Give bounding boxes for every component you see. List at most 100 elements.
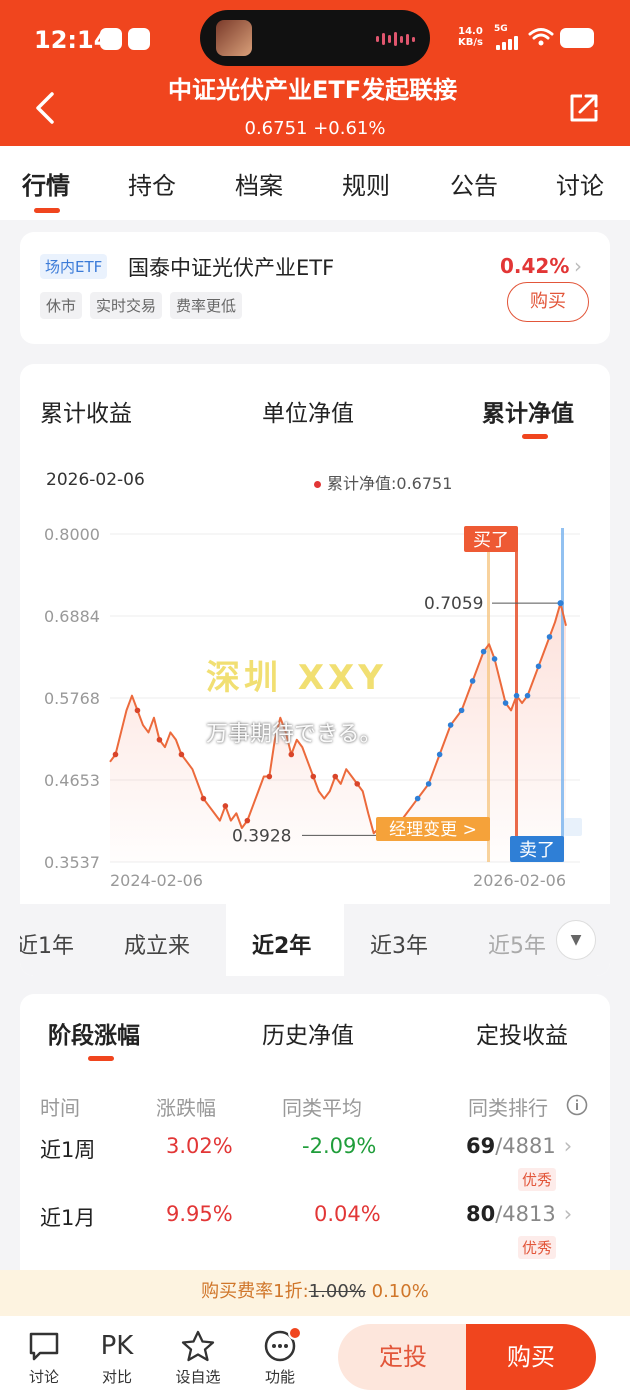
data-point [447, 722, 454, 728]
tab-announcements[interactable]: 公告 [450, 166, 498, 201]
col-avg: 同类平均 [282, 1096, 362, 1120]
row-rank[interactable]: 80/4813 › [466, 1202, 572, 1226]
tab-discussion[interactable]: 讨论 [556, 166, 604, 201]
rank-number: 80 [466, 1202, 496, 1226]
y-tick-label: 0.4653 [44, 771, 100, 790]
main-tabs: 行情 持仓 档案 规则 公告 讨论 [0, 146, 630, 220]
tab-profile[interactable]: 档案 [235, 166, 283, 201]
high-point [557, 600, 564, 607]
etf-change: 0.42% [500, 254, 570, 278]
data-point [244, 817, 251, 824]
data-point [480, 648, 487, 655]
wifi-icon [528, 28, 554, 46]
performance-card: 阶段涨幅 历史净值 定投收益 时间 涨跌幅 同类平均 同类排行 近1周 3.02… [20, 994, 610, 1294]
data-point [546, 634, 553, 640]
high-label: 0.7059 [424, 594, 483, 614]
chevron-right-icon[interactable]: › [574, 254, 582, 278]
tab-period-return[interactable]: 阶段涨幅 [48, 1016, 140, 1050]
chart-tab-cumulative-return[interactable]: 累计收益 [40, 394, 132, 428]
etf-badges: 休市 实时交易 费率更低 [40, 292, 243, 319]
buy-button[interactable]: 购买 [466, 1324, 596, 1390]
row-rank[interactable]: 69/4881 › [466, 1134, 572, 1158]
data-point [425, 781, 432, 787]
sell-badge-label: 卖了 [519, 840, 555, 861]
chart-tab-cumulative-nav[interactable]: 累计净值 [482, 394, 574, 428]
data-point [458, 707, 465, 714]
app-icon [100, 28, 122, 50]
nav-price: 0.6751 [244, 118, 308, 139]
page-title: 中证光伏产业ETF发起联接 [168, 76, 458, 104]
x-tick-label: 2026-02-06 [473, 871, 566, 890]
dynamic-island [200, 10, 430, 66]
tag-excellent: 优秀 [518, 1236, 557, 1259]
nav-discuss[interactable]: 讨论 [14, 1326, 74, 1387]
data-point [354, 781, 361, 787]
row-change: 3.02% [166, 1134, 233, 1158]
info-icon[interactable] [566, 1094, 588, 1116]
etf-tag: 场内ETF [40, 254, 108, 279]
chart-tab-unit-nav[interactable]: 单位净值 [262, 394, 354, 428]
chevron-down-icon[interactable]: ▼ [556, 920, 596, 960]
tab-sip-return[interactable]: 定投收益 [476, 1016, 568, 1050]
rank-total: /4881 [495, 1134, 556, 1158]
nav-label: 设自选 [175, 1368, 221, 1386]
data-point [535, 663, 542, 670]
range-5y[interactable]: 近5年 [488, 928, 546, 960]
watermark-text: 深圳 XXY [206, 658, 387, 698]
tab-rules[interactable]: 规则 [342, 166, 390, 201]
net-speed-unit: KB/s [458, 37, 483, 48]
manager-badge-label: 经理变更 > [389, 820, 477, 840]
chart-card: 累计收益 单位净值 累计净值 2026-02-06 累计净值:0.6751 0.… [20, 364, 610, 976]
nav-compare[interactable]: PK 对比 [87, 1326, 147, 1387]
price-line: 0.6751 +0.61% [0, 118, 630, 139]
fee-banner[interactable]: 购买费率1折:1.00% 0.10% [0, 1270, 630, 1316]
net-speed-value: 14.0 [458, 26, 483, 37]
col-period: 时间 [40, 1096, 80, 1120]
range-1y[interactable]: 近1年 [20, 928, 74, 960]
row-change: 9.95% [166, 1202, 233, 1226]
range-2y[interactable]: 近2年 [252, 928, 311, 960]
nav-chart[interactable]: 0.8000 0.6884 0.5768 0.4653 0.3537 2024-02-06… [20, 514, 610, 904]
y-tick-label: 0.6884 [44, 607, 100, 626]
range-selector: 近1年 成立来 近2年 近3年 近5年 ▼ [20, 904, 610, 976]
status-time: 12:14 [34, 26, 111, 54]
sip-button[interactable]: 定投 [338, 1324, 468, 1390]
etf-name[interactable]: 国泰中证光伏产业ETF [128, 252, 334, 282]
col-rank: 同类排行 [468, 1096, 548, 1120]
badge: 休市 [40, 292, 83, 319]
data-point [513, 692, 520, 699]
data-point [310, 773, 317, 780]
data-point [178, 751, 185, 758]
nav-functions[interactable]: 功能 [250, 1326, 310, 1387]
app-icon [128, 28, 150, 50]
nav-label: 对比 [101, 1368, 132, 1386]
data-point [112, 751, 119, 758]
tab-market[interactable]: 行情 [22, 166, 70, 201]
tab-history-nav[interactable]: 历史净值 [262, 1016, 354, 1050]
watermark-caption: 万事期待できる。 [206, 722, 382, 747]
range-3y[interactable]: 近3年 [370, 928, 428, 960]
chat-icon [14, 1326, 74, 1366]
share-icon[interactable] [566, 90, 602, 126]
signal-icon [496, 34, 518, 50]
data-point [469, 678, 476, 684]
data-point [524, 692, 531, 699]
perf-tab-indicator [88, 1056, 114, 1061]
rank-number: 69 [466, 1134, 496, 1158]
etf-buy-button[interactable]: 购买 [507, 282, 589, 322]
range-since-inception[interactable]: 成立来 [124, 928, 190, 960]
low-label: 0.3928 [232, 826, 291, 846]
fee-new: 0.10% [371, 1281, 429, 1302]
y-tick-label: 0.3537 [44, 853, 100, 872]
tag-excellent: 优秀 [518, 1168, 557, 1191]
tab-holdings[interactable]: 持仓 [128, 166, 176, 201]
col-change: 涨跌幅 [156, 1096, 216, 1120]
row-avg: 0.04% [314, 1202, 381, 1226]
badge: 费率更低 [170, 292, 243, 319]
data-point [156, 736, 163, 743]
nav-watchlist[interactable]: 设自选 [168, 1326, 228, 1387]
etf-card[interactable]: 场内ETF 国泰中证光伏产业ETF 0.42% › 休市 实时交易 费率更低 购… [20, 232, 610, 344]
pk-icon: PK [100, 1331, 134, 1361]
manager-line [487, 528, 490, 862]
y-tick-label: 0.5768 [44, 689, 100, 708]
